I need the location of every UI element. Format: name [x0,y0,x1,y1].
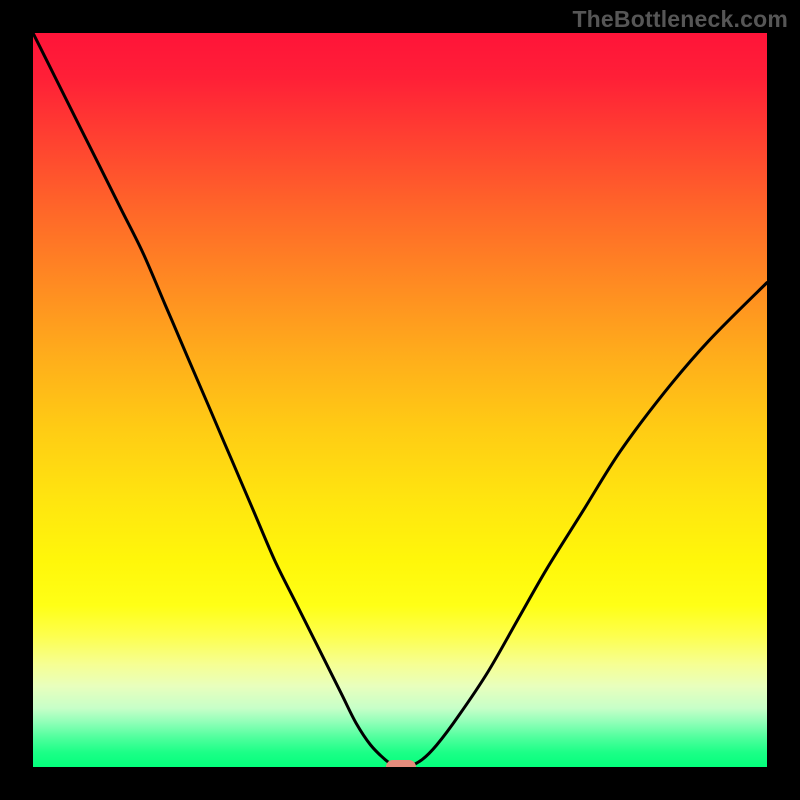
optimal-point-marker [386,760,416,767]
curve-path [33,33,767,767]
bottleneck-curve [33,33,767,767]
watermark-text: TheBottleneck.com [572,6,788,33]
chart-frame: TheBottleneck.com [0,0,800,800]
plot-area [33,33,767,767]
